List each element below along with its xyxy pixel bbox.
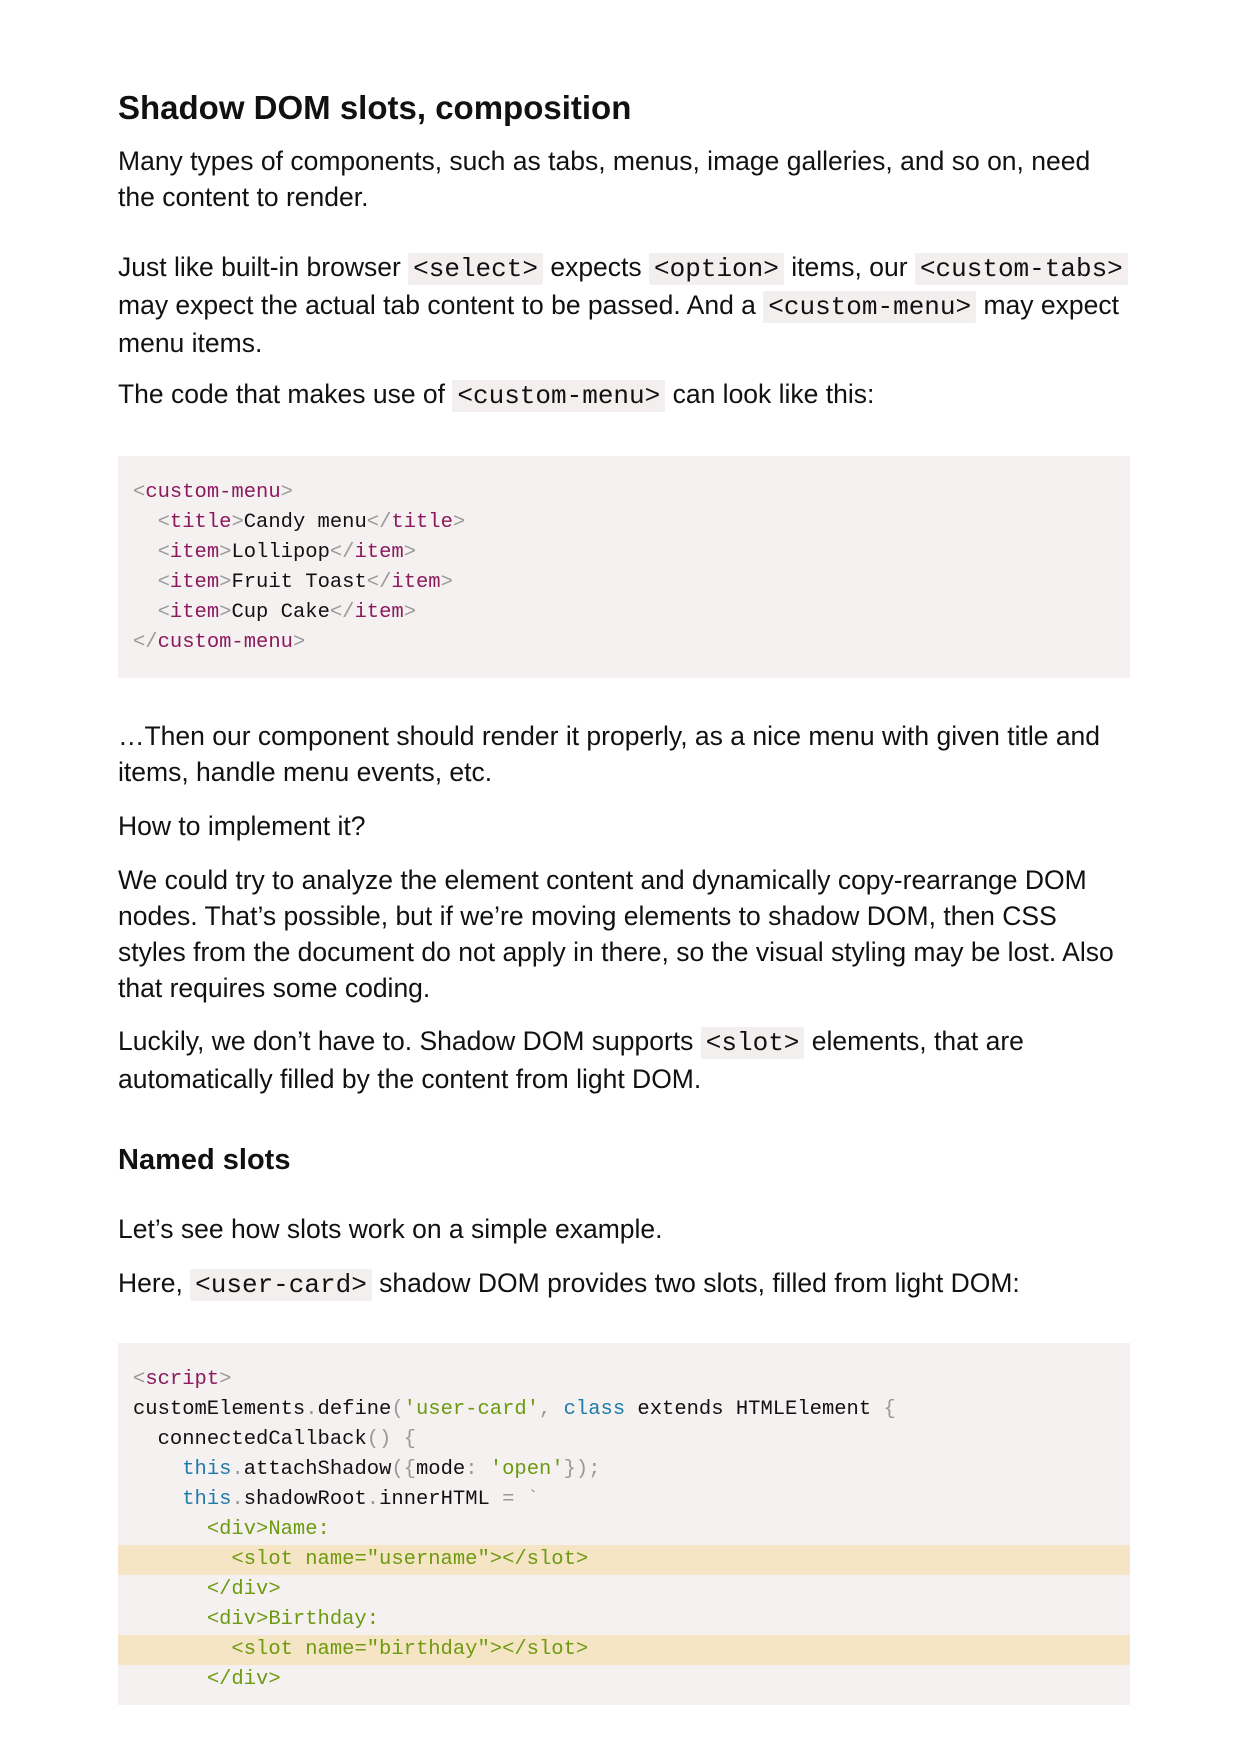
code-block-user-card: <script> customElements.define('user-car… — [118, 1343, 1130, 1705]
paragraph-render: …Then our component should render it pro… — [118, 721, 1101, 787]
code-line: </custom-menu> — [133, 631, 306, 654]
inline-code-slot: <slot> — [700, 1027, 805, 1059]
code-line: <script> — [133, 1368, 232, 1391]
inline-code-custom-menu-2: <custom-menu> — [452, 380, 666, 412]
paragraph-example: Let’s see how slots work on a simple exa… — [118, 1214, 663, 1244]
code-line: </div> — [206, 1668, 281, 1691]
code-block-custom-menu: <custom-menu> <title>Candy menu</title> … — [118, 456, 1130, 678]
paragraph-code-intro: The code that makes use of <custom-menu>… — [118, 379, 875, 412]
code-line: connectedCallback() { — [157, 1428, 416, 1451]
paragraph-builtin-select: Just like built-in browser <select> expe… — [118, 249, 1130, 361]
page-title: Shadow DOM slots, composition — [118, 89, 632, 126]
paragraph-intro: Many types of components, such as tabs, … — [118, 146, 1091, 212]
inline-code-select: <select> — [408, 253, 543, 285]
inline-code-custom-menu: <custom-menu> — [763, 291, 977, 323]
code-line: this.shadowRoot.innerHTML = ` — [182, 1488, 540, 1511]
code-line: <item>Fruit Toast</item> — [157, 571, 453, 594]
code-line: <title>Candy menu</title> — [157, 511, 466, 534]
code-line: <div>Name: — [206, 1518, 330, 1541]
paragraph-slots: Luckily, we don’t have to. Shadow DOM su… — [118, 1026, 1024, 1094]
code-line: customElements.define('user-card', class… — [133, 1398, 896, 1421]
paragraph-question: How to implement it? — [118, 811, 366, 841]
code-line-highlighted: <slot name="username"></slot> — [118, 1545, 1130, 1575]
paragraph-user-card: Here, <user-card> shadow DOM provides tw… — [118, 1268, 1020, 1301]
code-line: <item>Cup Cake</item> — [157, 601, 417, 624]
code-line: <div>Birthday: — [206, 1608, 380, 1631]
section-heading-named-slots: Named slots — [118, 1144, 291, 1176]
code-line-highlighted: <slot name="birthday"></slot> — [118, 1635, 1130, 1665]
inline-code-custom-tabs: <custom-tabs> — [914, 253, 1128, 285]
code-line: <item>Lollipop</item> — [157, 541, 417, 564]
inline-code-user-card: <user-card> — [190, 1269, 372, 1301]
inline-code-option: <option> — [649, 253, 784, 285]
paragraph-analyze: We could try to analyze the element cont… — [118, 865, 1114, 1003]
code-line: </div> — [206, 1578, 281, 1601]
code-line: this.attachShadow({mode: 'open'}); — [182, 1458, 601, 1481]
code-line: <custom-menu> — [133, 481, 293, 504]
